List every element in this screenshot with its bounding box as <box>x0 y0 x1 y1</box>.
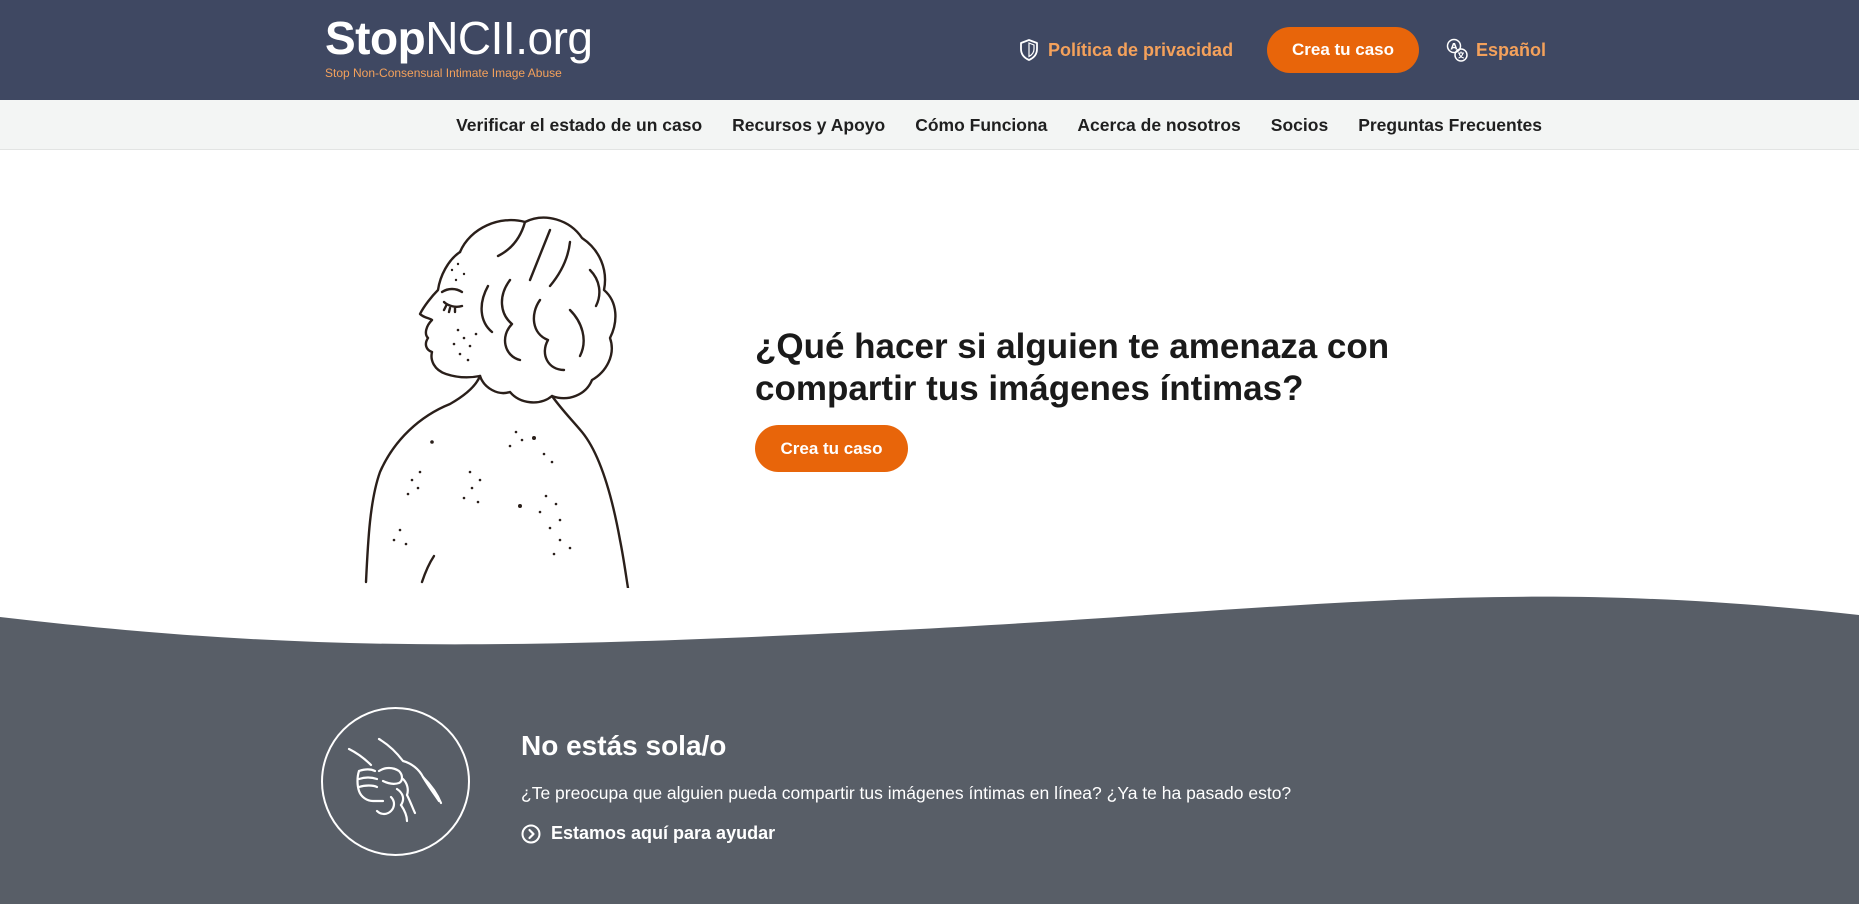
holding-hands-icon <box>347 737 443 823</box>
section-wave-divider <box>0 596 1859 660</box>
logo-wordmark: StopNCII.org <box>325 12 593 64</box>
nav-item-how-it-works[interactable]: Cómo Funciona <box>915 115 1047 136</box>
nav-item-check-case-status[interactable]: Verificar el estado de un caso <box>456 115 702 136</box>
language-selector[interactable]: A Español <box>1446 38 1546 62</box>
chevron-right-circle-icon <box>521 824 541 843</box>
support-icon-circle <box>321 707 470 856</box>
support-help-link-label: Estamos aquí para ayudar <box>551 823 776 843</box>
hero-illustration <box>364 216 630 588</box>
nav-item-faq[interactable]: Preguntas Frecuentes <box>1358 115 1542 136</box>
nav-item-resources-support[interactable]: Recursos y Apoyo <box>732 115 885 136</box>
create-case-button-hero[interactable]: Crea tu caso <box>755 425 908 472</box>
privacy-policy-label: Política de privacidad <box>1048 39 1234 60</box>
support-title: No estás sola/o <box>521 730 727 761</box>
support-help-link[interactable]: Estamos aquí para ayudar <box>521 823 775 844</box>
language-label: Español <box>1476 39 1547 60</box>
hero-title: ¿Qué hacer si alguien te amenaza con com… <box>755 326 1555 410</box>
site-logo[interactable]: StopNCII.org Stop Non-Consensual Intimat… <box>325 12 593 80</box>
main-nav: Verificar el estado de un caso Recursos … <box>0 100 1859 150</box>
hero-title-part2: tus imágenes íntimas? <box>916 369 1304 408</box>
nav-item-about-us[interactable]: Acerca de nosotros <box>1077 115 1240 136</box>
privacy-policy-link[interactable]: Política de privacidad <box>1018 38 1233 62</box>
support-section <box>0 655 1859 904</box>
logo-wordmark-light: NCII.org <box>425 12 593 64</box>
create-case-button-header[interactable]: Crea tu caso <box>1267 27 1419 73</box>
nav-items: Verificar el estado de un caso Recursos … <box>456 100 1542 150</box>
shield-icon <box>1020 39 1038 61</box>
logo-wordmark-bold: Stop <box>325 12 426 64</box>
site-header: StopNCII.org Stop Non-Consensual Intimat… <box>0 0 1859 100</box>
support-description: ¿Te preocupa que alguien pueda compartir… <box>521 783 1292 803</box>
nav-item-partners[interactable]: Socios <box>1271 115 1328 136</box>
logo-tagline: Stop Non-Consensual Intimate Image Abuse <box>325 66 562 80</box>
hero-title-part1: ¿Qué hacer si alguien te <box>755 327 1170 366</box>
translate-icon: A <box>1446 38 1468 62</box>
